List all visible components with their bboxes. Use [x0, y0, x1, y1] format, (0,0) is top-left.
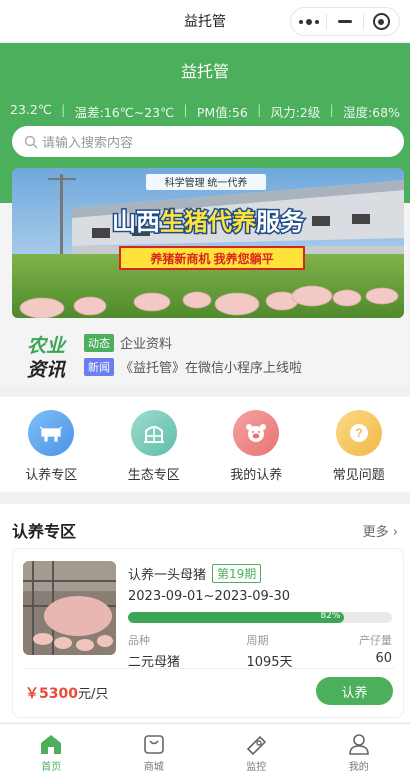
- temp-range: 温差:16℃~23℃: [74, 105, 175, 120]
- wind-level: 风力:2级: [270, 105, 321, 120]
- greenhouse-icon: [130, 410, 177, 456]
- home-icon: [41, 735, 62, 754]
- tab-mine[interactable]: 我的: [308, 724, 410, 779]
- entry-faq[interactable]: ? 常见问题: [308, 397, 410, 492]
- svg-text:山西生猪代养服务: 山西生猪代养服务: [112, 208, 305, 236]
- period-badge: 第19期: [212, 564, 262, 583]
- tab-monitor[interactable]: 监控: [205, 724, 308, 779]
- svg-text:农业: 农业: [27, 335, 67, 357]
- nav-title: 益托管: [184, 13, 226, 30]
- humidity: 湿度:68%: [342, 105, 400, 120]
- product-dates: 2023-09-01~2023-09-30: [128, 589, 290, 604]
- search-placeholder: 请输入搜索内容: [42, 136, 134, 151]
- adopt-button[interactable]: 认养: [316, 677, 393, 705]
- product-price: ￥5300元/只: [25, 686, 109, 702]
- progress-label: 82%: [320, 612, 341, 621]
- entry-adoption-zone[interactable]: 认养专区: [0, 397, 103, 492]
- news-item-announcement[interactable]: 新闻 《益托管》在微信小程序上线啦: [84, 357, 302, 376]
- progress-bar: 82%: [128, 612, 392, 623]
- banner-top-caption: 科学管理 统一代养: [165, 176, 248, 189]
- pm-value: PM值:56: [196, 105, 248, 120]
- cow-icon: [28, 410, 75, 456]
- product-photo: [23, 561, 116, 655]
- search-input[interactable]: 请输入搜索内容: [12, 126, 404, 157]
- user-icon: [348, 734, 369, 755]
- minimize-button[interactable]: [327, 8, 362, 35]
- news-tag: 新闻: [84, 357, 114, 376]
- promo-banner[interactable]: 科学管理 统一代养 山西生猪代养服务 养猪新商机 我养您躺平: [12, 168, 404, 318]
- more-link[interactable]: 更多 ›: [363, 521, 398, 540]
- banner-slogan: 养猪新商机 我养您躺平: [149, 251, 273, 266]
- agri-news-logo: 农业 资讯: [27, 335, 67, 380]
- banner-headline-a: 山西: [112, 209, 160, 236]
- mini-program-capsule: [290, 7, 400, 36]
- search-icon: [24, 135, 38, 148]
- chevron-right-icon: ›: [392, 524, 398, 540]
- news-text: 企业资料: [120, 337, 173, 352]
- banner-headline-c: 服务: [256, 208, 305, 236]
- banner-headline-b: 生猪代养: [160, 208, 256, 236]
- product-name-row: 认养一头母猪 第19期: [128, 564, 262, 583]
- more-dots-icon: [298, 18, 319, 25]
- question-icon: ?: [335, 410, 382, 456]
- temperature: 23.2℃: [10, 102, 52, 117]
- monitor-icon: [247, 735, 267, 755]
- banner-image: 科学管理 统一代养 山西生猪代养服务 养猪新商机 我养您躺平: [12, 168, 404, 318]
- news-text: 《益托管》在微信小程序上线啦: [120, 361, 303, 376]
- tab-home[interactable]: 首页: [0, 724, 103, 779]
- tab-bar: 首页 商城 监控 我的: [0, 723, 410, 779]
- weather-bar: 23.2℃ | 温差:16℃~23℃ | PM值:56 | 风力:2级 | 湿度…: [10, 102, 400, 120]
- section-title: 认养专区: [12, 522, 77, 541]
- news-tag: 动态: [84, 333, 114, 352]
- minimize-icon: [337, 20, 352, 23]
- tab-shop[interactable]: 商城: [103, 724, 206, 779]
- product-card[interactable]: 认养一头母猪 第19期 2023-09-01~2023-09-30 82% 品种…: [12, 548, 404, 718]
- target-close-icon: [372, 13, 390, 30]
- svg-text:资讯: 资讯: [27, 359, 67, 380]
- navigation-bar: 益托管: [0, 0, 410, 42]
- quick-entry-grid: 认养专区 生态专区 我的认养 ? 常见问题: [0, 397, 410, 492]
- shop-icon: [143, 735, 164, 754]
- entry-my-adoption[interactable]: 我的认养: [205, 397, 308, 492]
- entry-ecology-zone[interactable]: 生态专区: [103, 397, 206, 492]
- svg-text:?: ?: [355, 426, 362, 440]
- news-block: 农业 资讯 动态 企业资料 新闻 《益托管》在微信小程序上线啦: [12, 328, 404, 383]
- product-attributes: 品种 二元母猪 周期 1095天 产仔量 60: [128, 634, 392, 670]
- close-mini-program-button[interactable]: [364, 8, 399, 35]
- adoption-section: 认养专区 更多 › 认养一头母猪 第19期 2023-09-01~2023-09…: [0, 504, 410, 722]
- news-item-dynamic[interactable]: 动态 企业资料: [84, 333, 172, 352]
- more-menu-button[interactable]: [291, 8, 326, 35]
- pig-icon: [233, 410, 280, 456]
- product-name: 认养一头母猪: [128, 568, 207, 583]
- app-title: 益托管: [180, 62, 229, 81]
